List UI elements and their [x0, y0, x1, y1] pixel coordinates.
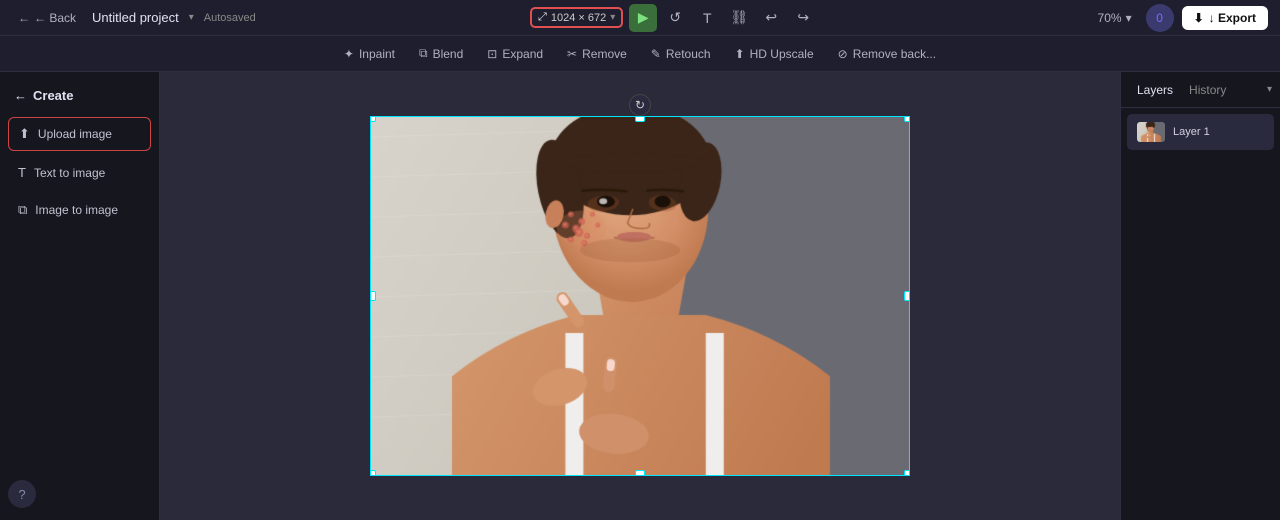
back-button[interactable]: ← ← Back [12, 8, 82, 28]
layer-thumb-canvas [1137, 122, 1165, 142]
canvas-image [371, 117, 910, 476]
remove-icon: ✂ [567, 47, 577, 61]
left-panel: ← Create ⬆ Upload image T Text to image … [0, 72, 160, 520]
canvas-area[interactable]: ↻ [160, 72, 1120, 520]
blend-tool[interactable]: ⧉ Blend [409, 42, 473, 65]
refresh-button[interactable]: ↺ [661, 4, 689, 32]
topbar-center: ⤢ 1024 × 672 ▾ ▶ ↺ T ⛓ ↩ ↪ [264, 4, 1084, 32]
retouch-icon: ✎ [651, 47, 661, 61]
upload-icon: ⬆ [19, 126, 30, 142]
hd-upscale-label: HD Upscale [750, 47, 814, 61]
expand-icon: ⊡ [487, 47, 497, 61]
image-to-image-label: Image to image [35, 203, 118, 217]
right-panel-header: Layers History ▾ [1121, 72, 1280, 108]
notifications-button[interactable]: 0 [1146, 4, 1174, 32]
create-label: Create [33, 88, 73, 103]
inpaint-tool[interactable]: ✦ Inpaint [334, 43, 405, 65]
zoom-value: 70% [1098, 11, 1122, 25]
topbar: ← ← Back Untitled project ▾ Autosaved ⤢ … [0, 0, 1280, 36]
blend-label: Blend [433, 47, 464, 61]
export-button[interactable]: ⬇ ↓ Export [1182, 6, 1268, 30]
handle-top-left[interactable] [370, 116, 376, 122]
right-panel-chevron: ▾ [1267, 84, 1272, 95]
hd-upscale-icon: ⬆ [735, 47, 745, 61]
export-icon: ⬇ [1194, 11, 1204, 25]
topbar-left: ← ← Back Untitled project ▾ Autosaved [12, 8, 256, 28]
create-arrow-icon: ← [14, 88, 27, 103]
canvas-container: ↻ [370, 116, 910, 476]
back-arrow-icon: ← [18, 11, 30, 25]
link-tool-button[interactable]: ⛓ [725, 4, 753, 32]
secondary-toolbar: ✦ Inpaint ⧉ Blend ⊡ Expand ✂ Remove ✎ Re… [0, 36, 1280, 72]
image-to-image-button[interactable]: ⧉ Image to image [8, 194, 151, 226]
hd-upscale-tool[interactable]: ⬆ HD Upscale [725, 43, 824, 65]
retouch-tool[interactable]: ✎ Retouch [641, 43, 721, 65]
retouch-label: Retouch [666, 47, 711, 61]
inpaint-icon: ✦ [344, 47, 354, 61]
resolution-dropdown-icon: ▾ [610, 12, 615, 23]
remove-bg-icon: ⊘ [838, 47, 848, 61]
layer-item[interactable]: Layer 1 [1127, 114, 1274, 150]
inpaint-label: Inpaint [359, 47, 395, 61]
tab-layers[interactable]: Layers [1129, 79, 1181, 101]
refresh-icon: ↻ [635, 98, 645, 112]
play-button[interactable]: ▶ [629, 4, 657, 32]
canvas-refresh-handle[interactable]: ↻ [629, 94, 651, 116]
text-to-image-label: Text to image [34, 166, 105, 180]
resize-icon: ⤢ [538, 11, 547, 24]
handle-top-middle[interactable] [635, 116, 645, 122]
notif-count: 0 [1156, 11, 1163, 25]
remove-tool[interactable]: ✂ Remove [557, 43, 637, 65]
topbar-right: 70% ▾ 0 ⬇ ↓ Export [1092, 4, 1268, 32]
image-to-image-icon: ⧉ [18, 202, 27, 218]
resolution-badge[interactable]: ⤢ 1024 × 672 ▾ [530, 7, 623, 28]
resolution-text: 1024 × 672 [551, 12, 606, 24]
right-panel: Layers History ▾ Layer 1 [1120, 72, 1280, 520]
layer-name: Layer 1 [1173, 126, 1210, 138]
undo-button[interactable]: ↩ [757, 4, 785, 32]
handle-middle-left[interactable] [370, 291, 376, 301]
text-to-image-button[interactable]: T Text to image [8, 157, 151, 188]
upload-image-label: Upload image [38, 127, 112, 141]
panel-title: ← Create [8, 84, 151, 111]
project-name[interactable]: Untitled project [92, 10, 179, 25]
text-to-image-icon: T [18, 165, 26, 180]
remove-bg-label: Remove back... [853, 47, 936, 61]
main-content: ← Create ⬆ Upload image T Text to image … [0, 72, 1280, 520]
toolbar-icons: ▶ ↺ T ⛓ ↩ ↪ [629, 4, 817, 32]
zoom-dropdown-icon: ▾ [1126, 11, 1132, 25]
image-frame [370, 116, 910, 476]
remove-background-tool[interactable]: ⊘ Remove back... [828, 43, 946, 65]
help-button[interactable]: ? [8, 480, 36, 508]
back-label: ← Back [34, 11, 76, 25]
layer-thumbnail [1137, 122, 1165, 142]
redo-button[interactable]: ↪ [789, 4, 817, 32]
export-label: ↓ Export [1209, 11, 1256, 25]
expand-label: Expand [502, 47, 543, 61]
blend-icon: ⧉ [419, 46, 428, 61]
text-tool-button[interactable]: T [693, 4, 721, 32]
remove-label: Remove [582, 47, 627, 61]
zoom-control[interactable]: 70% ▾ [1092, 8, 1138, 28]
tab-history[interactable]: History [1181, 79, 1234, 101]
upload-image-button[interactable]: ⬆ Upload image [8, 117, 151, 151]
expand-tool[interactable]: ⊡ Expand [477, 43, 553, 65]
project-name-dropdown-icon[interactable]: ▾ [189, 12, 194, 23]
autosaved-label: Autosaved [204, 12, 256, 24]
help-icon: ? [18, 487, 25, 502]
